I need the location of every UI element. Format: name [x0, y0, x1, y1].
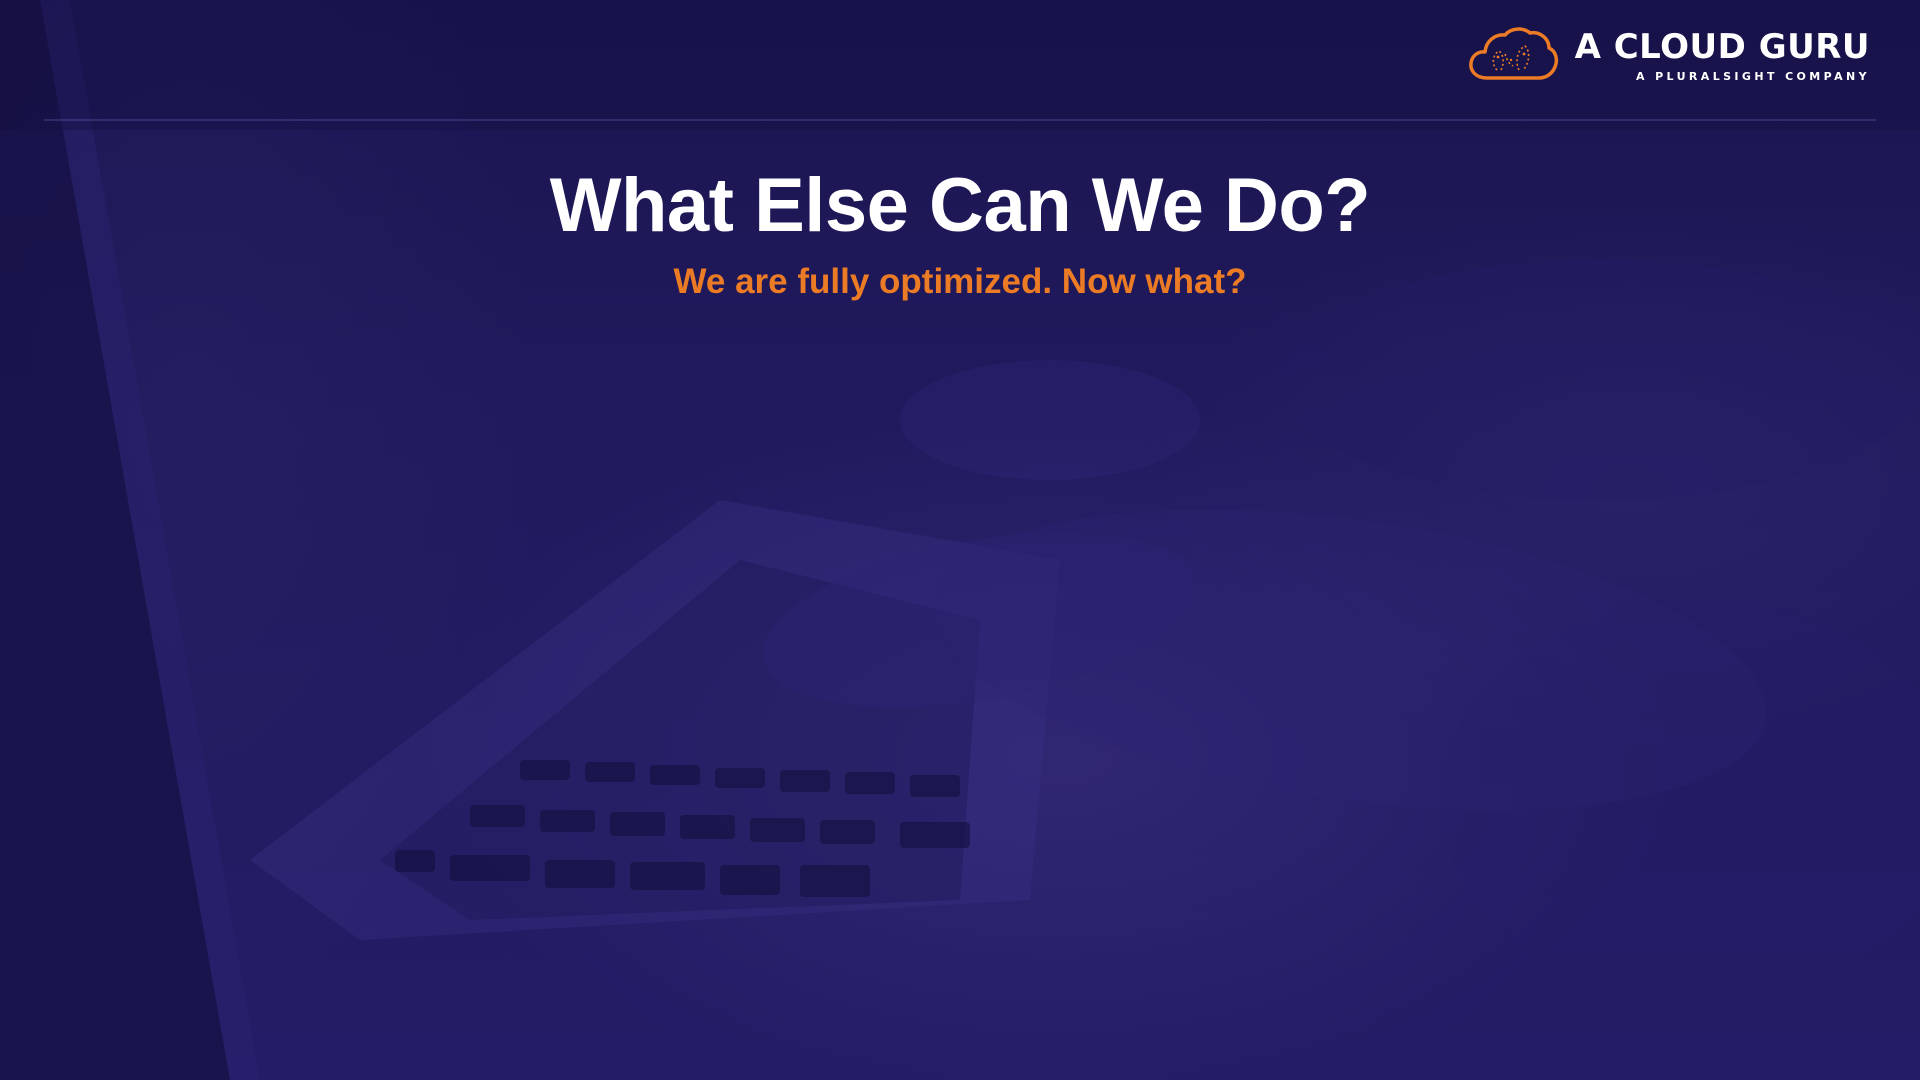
header-divider [44, 119, 1876, 121]
slide-subtitle: We are fully optimized. Now what? [673, 262, 1247, 301]
brand-logo: A CLOUD GURU A PLURALSIGHT COMPANY [1467, 24, 1870, 86]
brand-text: A CLOUD GURU A PLURALSIGHT COMPANY [1575, 28, 1870, 83]
slide: A CLOUD GURU A PLURALSIGHT COMPANY What … [0, 0, 1920, 1080]
cloud-logo-icon [1468, 27, 1558, 80]
brand-name: A CLOUD GURU [1574, 26, 1870, 67]
brand-tagline: A PLURALSIGHT COMPANY [1635, 69, 1870, 83]
slide-title: What Else Can We Do? [549, 163, 1371, 248]
